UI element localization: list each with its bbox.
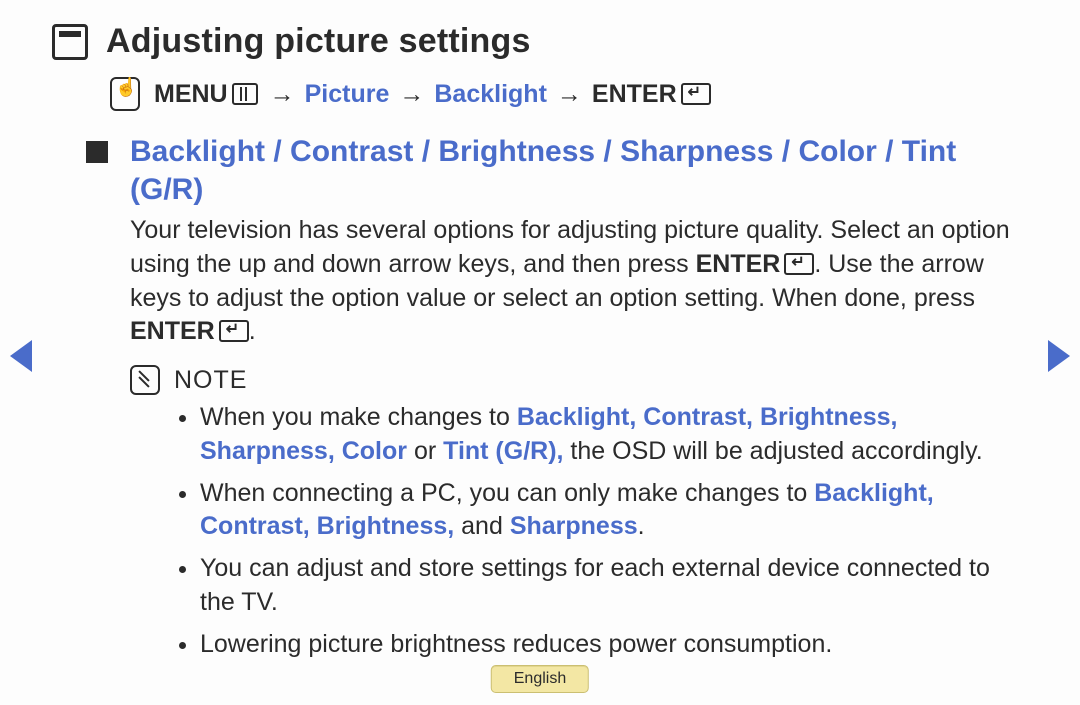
list-item: When connecting a PC, you can only make … bbox=[200, 477, 1034, 545]
page-title-row: Adjusting picture settings bbox=[52, 22, 1040, 61]
manual-page: Adjusting picture settings MENU → Pictur… bbox=[0, 0, 1080, 705]
page-title: Adjusting picture settings bbox=[106, 22, 531, 61]
highlight-text: Sharpness bbox=[510, 512, 638, 540]
note-text: Lowering picture brightness reduces powe… bbox=[200, 630, 832, 658]
breadcrumb-menu: MENU bbox=[154, 80, 228, 109]
hand-icon bbox=[110, 77, 140, 111]
enter-icon bbox=[681, 83, 711, 105]
note-label: NOTE bbox=[174, 366, 247, 395]
section-body: Backlight / Contrast / Brightness / Shar… bbox=[130, 133, 1034, 669]
next-page-arrow[interactable] bbox=[1048, 340, 1070, 372]
breadcrumb: MENU → Picture → Backlight → ENTER bbox=[110, 77, 1040, 111]
bullet-icon bbox=[86, 141, 108, 163]
menu-icon bbox=[232, 83, 258, 105]
breadcrumb-backlight: Backlight bbox=[434, 80, 547, 109]
main-section: Backlight / Contrast / Brightness / Shar… bbox=[86, 133, 1034, 669]
section-heading: Backlight / Contrast / Brightness / Shar… bbox=[130, 133, 1034, 208]
highlight-text: Tint (G/R), bbox=[443, 437, 563, 465]
arrow-icon: → bbox=[557, 80, 582, 109]
arrow-icon: → bbox=[399, 80, 424, 109]
enter-label: ENTER bbox=[696, 250, 781, 278]
note-text: When you make changes to bbox=[200, 403, 517, 431]
language-button[interactable]: English bbox=[491, 665, 589, 693]
note-block: NOTE When you make changes to Backlight,… bbox=[130, 365, 1034, 661]
list-item: When you make changes to Backlight, Cont… bbox=[200, 401, 1034, 469]
enter-icon bbox=[219, 320, 249, 342]
enter-label: ENTER bbox=[130, 317, 215, 345]
section-icon bbox=[52, 24, 88, 60]
prev-page-arrow[interactable] bbox=[10, 340, 32, 372]
note-icon bbox=[130, 365, 160, 395]
note-text: or bbox=[407, 437, 443, 465]
enter-icon bbox=[784, 253, 814, 275]
note-text: . bbox=[638, 512, 645, 540]
note-text: When connecting a PC, you can only make … bbox=[200, 479, 814, 507]
list-item: Lowering picture brightness reduces powe… bbox=[200, 628, 1034, 662]
arrow-icon: → bbox=[270, 80, 295, 109]
section-paragraph: Your television has several options for … bbox=[130, 214, 1034, 349]
list-item: You can adjust and store settings for ea… bbox=[200, 552, 1034, 620]
note-header: NOTE bbox=[130, 365, 1034, 395]
breadcrumb-enter: ENTER bbox=[592, 80, 677, 109]
note-text: and bbox=[454, 512, 510, 540]
note-text: the OSD will be adjusted accordingly. bbox=[563, 437, 982, 465]
breadcrumb-picture: Picture bbox=[305, 80, 390, 109]
note-list: When you make changes to Backlight, Cont… bbox=[130, 401, 1034, 661]
para-text: . bbox=[249, 317, 256, 345]
note-text: You can adjust and store settings for ea… bbox=[200, 554, 990, 616]
